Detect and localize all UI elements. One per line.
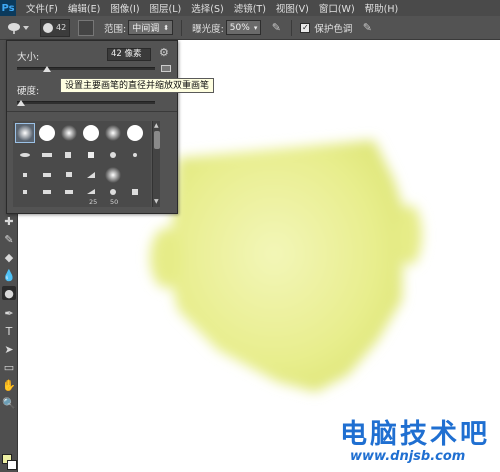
type-tool-icon[interactable]: T bbox=[2, 324, 16, 338]
brush-preset[interactable] bbox=[59, 123, 79, 143]
menu-select[interactable]: 选择(S) bbox=[191, 1, 223, 15]
menu-window[interactable]: 窗口(W) bbox=[319, 1, 355, 15]
dodge-icon bbox=[8, 22, 29, 34]
brush-preset[interactable] bbox=[15, 123, 35, 143]
app-logo: Ps bbox=[0, 0, 16, 16]
pressure-icon[interactable]: ✎ bbox=[360, 21, 374, 35]
brush-preset[interactable] bbox=[37, 123, 57, 143]
watermark-url: www.dnjsb.com bbox=[350, 449, 466, 464]
menu-bar: Ps 文件(F) 编辑(E) 图像(I) 图层(L) 选择(S) 滤镜(T) 视… bbox=[0, 0, 500, 16]
brush-preset[interactable] bbox=[125, 123, 145, 143]
menu-file[interactable]: 文件(F) bbox=[26, 1, 58, 15]
brush-preset[interactable] bbox=[81, 145, 101, 165]
brush-preset[interactable] bbox=[81, 165, 101, 185]
healing-brush-tool-icon[interactable]: ✚ bbox=[2, 214, 16, 228]
protect-tones-label: 保护色调 bbox=[314, 23, 353, 35]
brush-preset[interactable] bbox=[103, 145, 123, 165]
options-bar: 42 范围: 中间调 ⬍ 曝光度: 50% ▾ ✎ ✓ 保护色调 ✎ bbox=[0, 16, 500, 40]
brush-preset[interactable] bbox=[103, 165, 123, 185]
watermark-logo-text: 电脑技术吧 bbox=[340, 419, 490, 450]
range-select[interactable]: 中间调 ⬍ bbox=[128, 20, 174, 35]
preset-size-label: 25 bbox=[89, 198, 98, 206]
gear-icon[interactable]: ⚙ bbox=[159, 46, 169, 59]
brush-preset-picker[interactable]: 42 bbox=[40, 18, 70, 37]
pen-tool-icon[interactable]: ✒ bbox=[2, 306, 16, 320]
zoom-tool-icon[interactable]: 🔍 bbox=[2, 396, 16, 410]
brush-preset[interactable] bbox=[15, 183, 35, 203]
menu-image[interactable]: 图像(I) bbox=[110, 1, 139, 15]
chevron-down-icon: ▾ bbox=[253, 23, 258, 32]
exposure-label: 曝光度: bbox=[192, 23, 224, 35]
menu-edit[interactable]: 编辑(E) bbox=[68, 1, 100, 15]
brush-preset[interactable] bbox=[15, 145, 35, 165]
menu-filter[interactable]: 滤镜(T) bbox=[234, 1, 266, 15]
background-color-swatch[interactable] bbox=[7, 460, 17, 470]
brush-preset[interactable] bbox=[15, 165, 35, 185]
brush-panel-toggle-icon[interactable] bbox=[78, 19, 94, 36]
scroll-up-icon[interactable]: ▲ bbox=[154, 122, 159, 129]
scroll-down-icon[interactable]: ▼ bbox=[154, 198, 159, 205]
chevron-down-icon: ⬍ bbox=[163, 23, 170, 32]
brush-presets-grid: 25 50 bbox=[13, 121, 151, 207]
brush-preset[interactable] bbox=[59, 183, 79, 203]
brush-preset[interactable] bbox=[125, 145, 145, 165]
separator bbox=[181, 19, 183, 36]
protect-tones-checkbox[interactable]: ✓ bbox=[300, 22, 311, 33]
rectangle-tool-icon[interactable]: ▭ bbox=[2, 360, 16, 374]
tool-preset-picker[interactable] bbox=[4, 19, 32, 37]
brush-preset[interactable] bbox=[81, 123, 101, 143]
paint-bucket-tool-icon[interactable]: ◆ bbox=[2, 250, 16, 264]
brush-preset[interactable] bbox=[125, 183, 145, 203]
brush-size-readout: 42 bbox=[56, 23, 67, 32]
size-slider-thumb[interactable] bbox=[43, 66, 52, 72]
menu-view[interactable]: 视图(V) bbox=[276, 1, 309, 15]
hand-tool-icon[interactable]: ✋ bbox=[2, 378, 16, 392]
size-label: 大小: bbox=[17, 52, 40, 63]
size-slider[interactable] bbox=[17, 67, 155, 70]
menu-help[interactable]: 帮助(H) bbox=[365, 1, 399, 15]
menu-layer[interactable]: 图层(L) bbox=[150, 1, 182, 15]
brush-preset[interactable] bbox=[37, 165, 57, 185]
path-selection-tool-icon[interactable]: ➤ bbox=[2, 342, 16, 356]
divider bbox=[7, 111, 177, 112]
brush-preset[interactable] bbox=[37, 183, 57, 203]
brush-preset[interactable] bbox=[103, 123, 123, 143]
size-input[interactable]: 42 像素 bbox=[107, 48, 151, 61]
brush-tool-icon[interactable]: ✎ bbox=[2, 232, 16, 246]
hardness-slider-thumb[interactable] bbox=[17, 100, 25, 106]
dodge-tool-icon[interactable]: ● bbox=[2, 286, 16, 300]
brush-tip-icon bbox=[43, 22, 53, 33]
blur-tool-icon[interactable]: 💧 bbox=[2, 268, 16, 282]
separator bbox=[291, 19, 293, 36]
brush-preset[interactable] bbox=[59, 145, 79, 165]
size-tooltip: 设置主要画笔的直径并缩放双重画笔 bbox=[60, 78, 215, 93]
brush-preset[interactable] bbox=[37, 145, 57, 165]
hardness-slider[interactable] bbox=[17, 101, 155, 104]
brush-preset[interactable] bbox=[59, 165, 79, 185]
range-label: 范围: bbox=[104, 23, 127, 35]
hardness-label: 硬度: bbox=[17, 86, 40, 97]
airbrush-icon[interactable]: ✎ bbox=[269, 21, 283, 35]
exposure-select[interactable]: 50% ▾ bbox=[225, 20, 262, 35]
preset-size-label: 50 bbox=[110, 198, 119, 206]
range-select-value: 中间调 bbox=[132, 24, 160, 34]
brush-preset-panel: 大小: 42 像素 ⚙ 硬度: 25 50 ▲ ▼ bbox=[6, 40, 178, 214]
presets-scrollbar[interactable]: ▲ ▼ bbox=[152, 121, 160, 207]
exposure-select-value: 50% bbox=[229, 22, 250, 33]
scrollbar-thumb[interactable] bbox=[154, 131, 160, 149]
new-preset-icon[interactable] bbox=[161, 65, 171, 72]
